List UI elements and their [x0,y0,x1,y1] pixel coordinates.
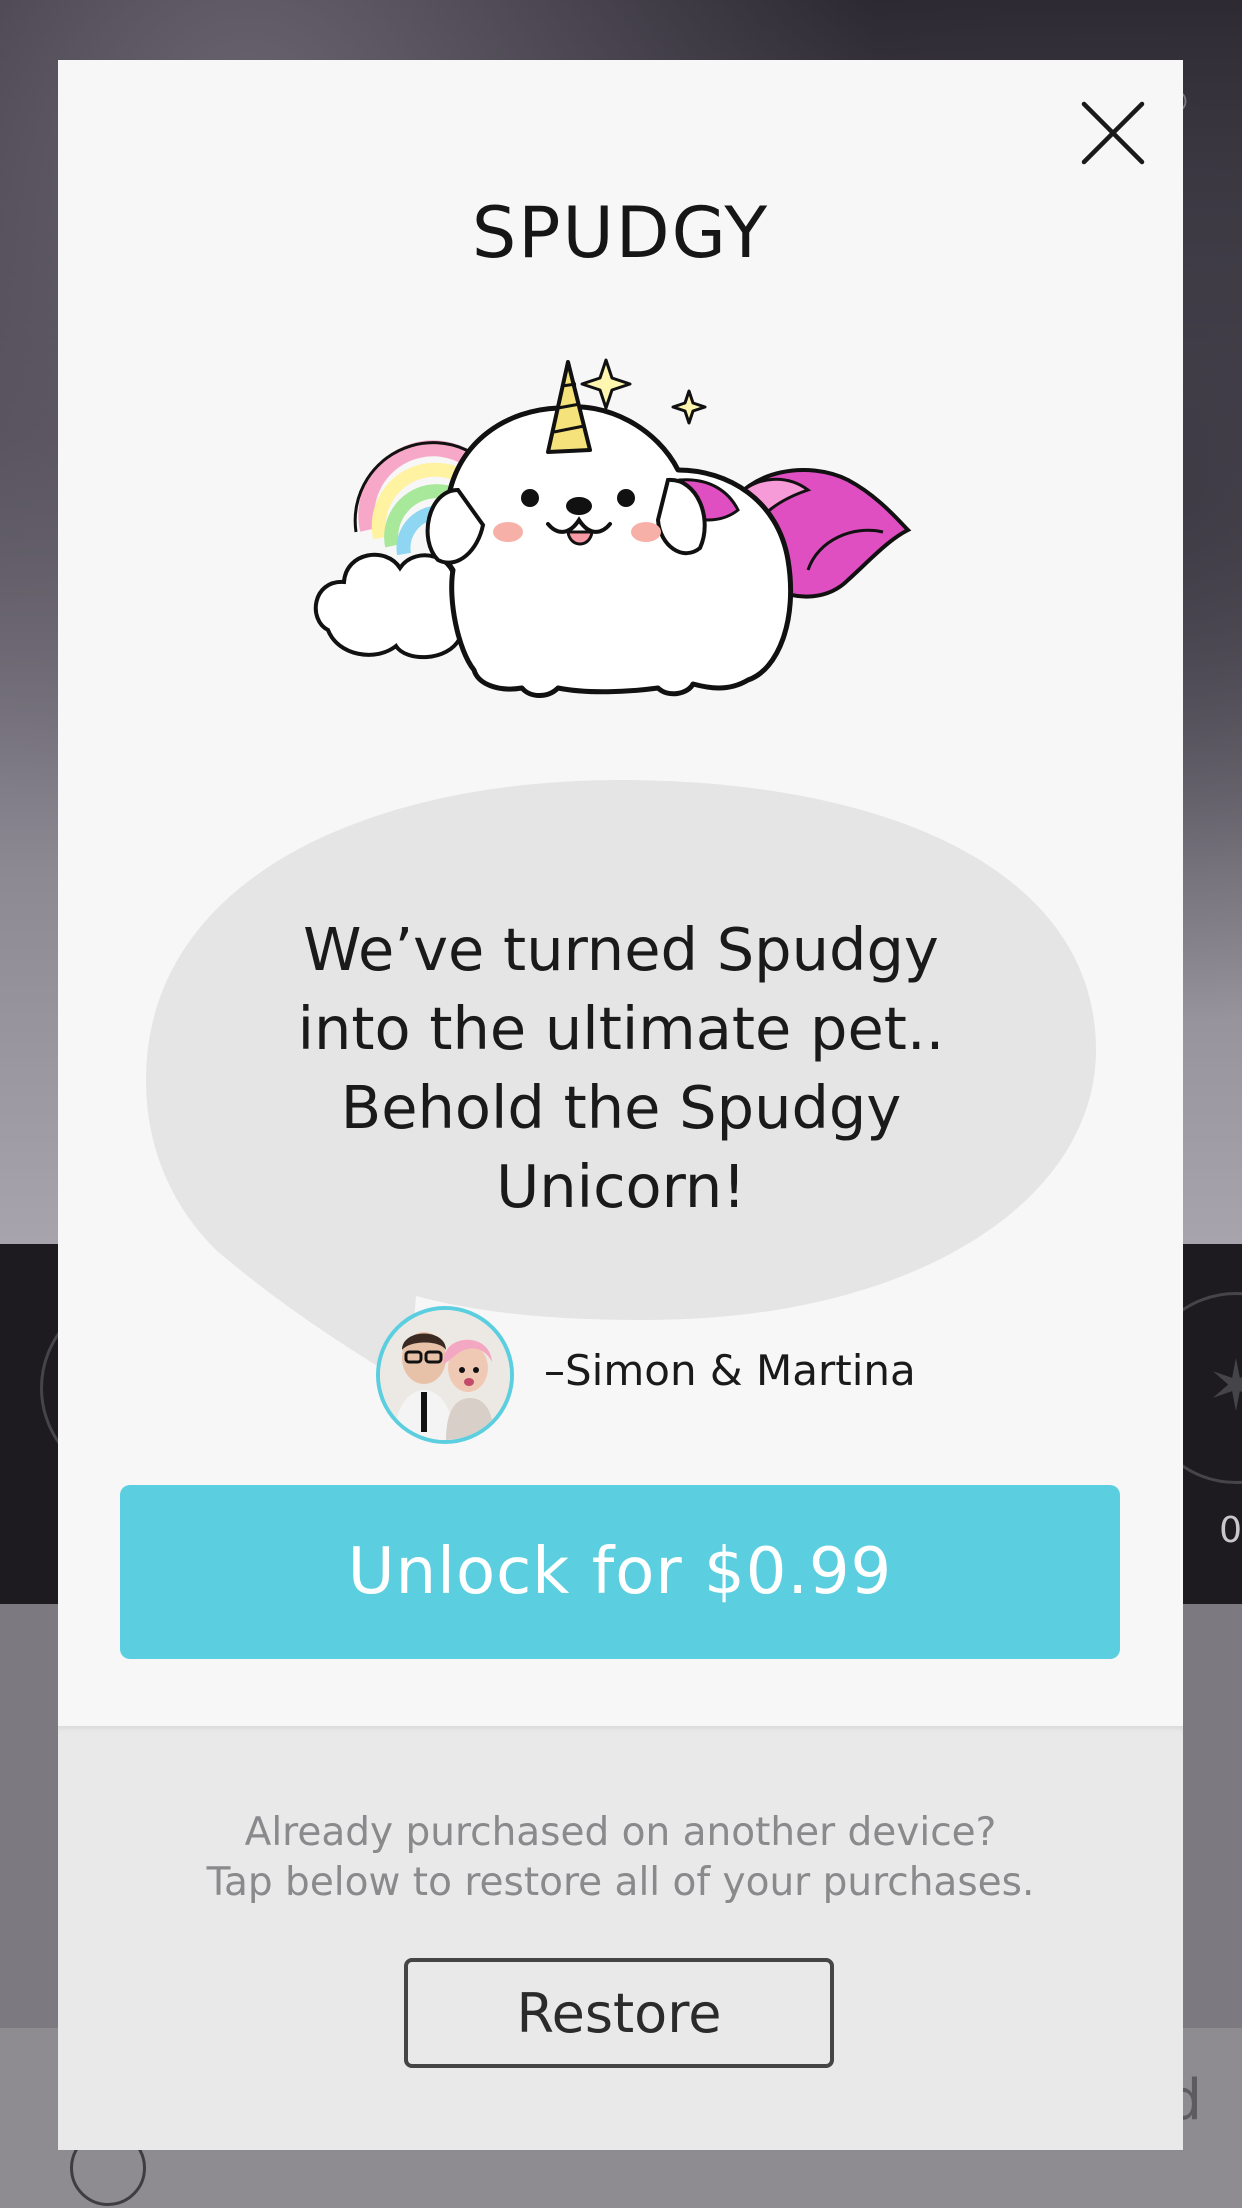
close-button[interactable] [1078,98,1148,168]
bubble-message-line: Unicorn! [496,1152,746,1221]
avatar [376,1306,514,1444]
spudgy-unicorn-illustration [308,300,928,750]
restore-prompt-line: Already purchased on another device? [244,1810,997,1855]
restore-prompt-line: Tap below to restore all of your purchas… [206,1860,1035,1905]
simon-martina-avatar [380,1310,510,1440]
bubble-message: We’ve turned Spudgy into the ultimate pe… [296,910,946,1226]
close-icon [1081,101,1145,165]
bubble-message-line: Behold the Spudgy [340,1073,902,1142]
modal-restore-area [58,1726,1183,2150]
restore-button[interactable]: Restore [404,1958,834,2068]
bubble-message-line: into the ultimate pet.. [297,994,945,1063]
bubble-message-line: We’ve turned Spudgy [303,915,939,984]
unlock-button[interactable]: Unlock for $0.99 [120,1485,1120,1659]
restore-prompt: Already purchased on another device? Tap… [58,1808,1183,1908]
signature-text: –Simon & Martina [544,1346,916,1395]
modal-title: SPUDGY [471,192,770,274]
signature: –Simon & Martina [376,1306,936,1444]
unlock-modal: SPUDGY We’ve turned Spudgy into the ulti… [58,60,1183,2150]
background-count: 0 [1219,1510,1242,1551]
speech-bubble: We’ve turned Spudgy into the ultimate pe… [146,720,1096,1400]
